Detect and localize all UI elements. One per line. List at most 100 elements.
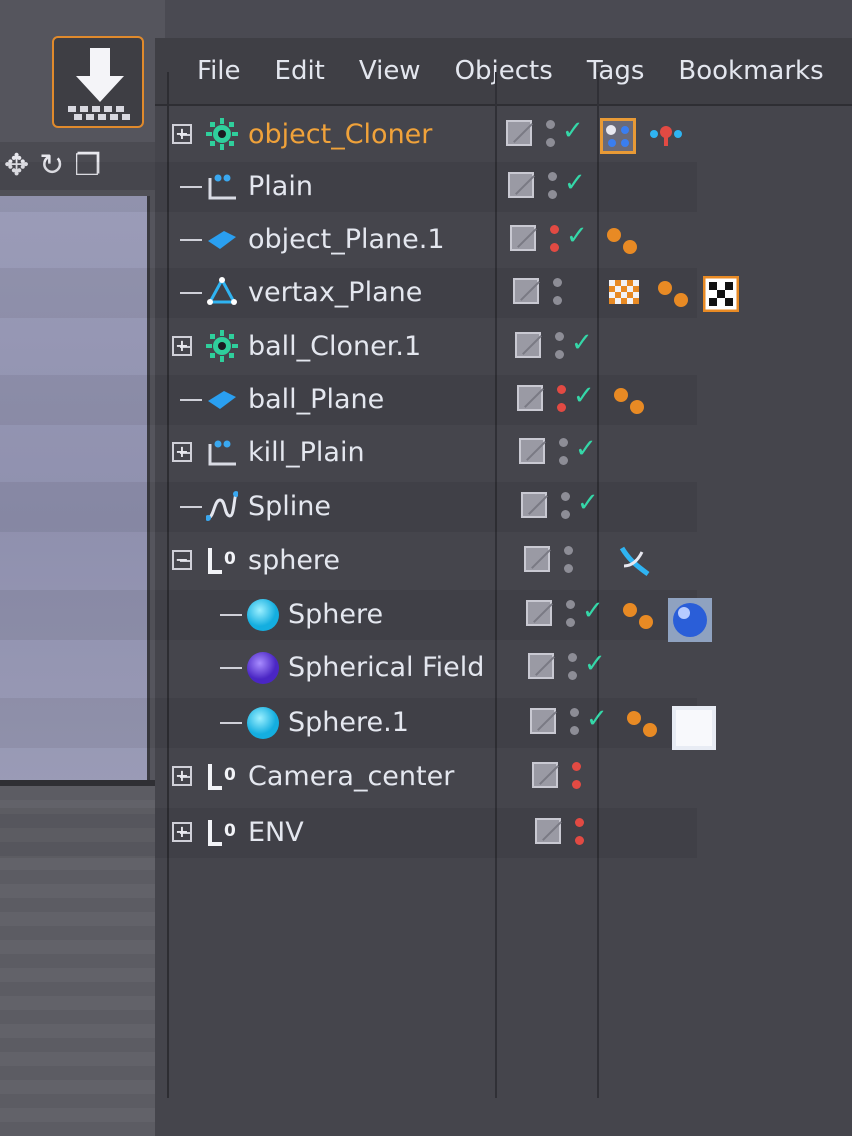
dynamics-tag-icon[interactable] [620,598,656,634]
visibility-dots-icon[interactable] [568,706,582,740]
visibility-dots-icon[interactable] [555,383,569,417]
object-name[interactable]: Plain [248,171,313,202]
layer-toggle-icon[interactable] [526,600,552,626]
object-name[interactable]: ENV [248,817,304,848]
tree-branch-line [180,239,202,241]
plain-icon [206,436,238,468]
layer-toggle-icon[interactable] [528,653,554,679]
compositing-tag-icon[interactable] [600,118,636,154]
object-name[interactable]: Spherical Field [288,652,484,683]
cloner-icon [206,118,238,150]
menu-bookmarks[interactable]: Bookmarks [678,56,823,86]
object-name[interactable]: object_Plane.1 [248,224,445,255]
display-tag-icon[interactable] [648,118,684,154]
object-name[interactable]: kill_Plain [248,437,365,468]
tree-row[interactable]: vertax_Plane [0,268,740,318]
dynamics-tag-icon[interactable] [611,383,647,419]
visibility-dots-icon[interactable] [573,816,587,850]
layer-toggle-icon[interactable] [513,278,539,304]
plane-icon [206,223,238,255]
tree-row[interactable]: Spherical Field ✓ [0,643,697,693]
enabled-check-icon[interactable]: ✓ [586,704,608,734]
menu-objects[interactable]: Objects [455,56,553,86]
menu-file[interactable]: File [197,56,241,86]
object-name[interactable]: ball_Cloner.1 [248,331,421,362]
expand-icon[interactable]: + [172,442,192,462]
layer-toggle-icon[interactable] [508,172,534,198]
dynamics-tag-icon[interactable] [624,706,660,742]
expand-icon[interactable]: + [172,124,192,144]
material-tag-icon[interactable] [702,275,740,313]
svg-text:0: 0 [224,765,236,785]
visibility-dots-icon[interactable] [570,760,584,794]
visibility-dots-icon[interactable] [557,436,571,470]
tree-row[interactable]: + ball_Cloner.1 ✓ [0,322,697,372]
object-name[interactable]: object_Cloner [248,119,432,150]
visibility-dots-icon[interactable] [551,276,565,310]
enabled-check-icon[interactable]: ✓ [582,596,604,626]
plain-icon [206,170,238,202]
enabled-check-icon[interactable]: ✓ [584,649,606,679]
tree-row[interactable]: + kill_Plain ✓ [0,428,697,478]
layer-toggle-icon[interactable] [506,120,532,146]
tree-row[interactable]: + object_Cloner ✓ [0,110,697,160]
tree-row[interactable]: Plain ✓ [0,162,697,212]
menu-view[interactable]: View [359,56,421,86]
menu-edit[interactable]: Edit [275,56,325,86]
plane-icon [206,383,238,415]
object-name[interactable]: vertax_Plane [248,277,422,308]
tree-row[interactable]: +0 Camera_center [0,752,697,802]
layer-toggle-icon[interactable] [515,332,541,358]
visibility-dots-icon[interactable] [544,118,558,152]
tree-row[interactable]: Sphere.1 ✓ [0,698,716,750]
enabled-check-icon[interactable]: ✓ [577,488,599,518]
tree-row[interactable]: ball_Plane ✓ [0,375,697,425]
texture-tag-icon[interactable] [607,276,643,312]
layer-toggle-icon[interactable] [524,546,550,572]
material-tag-icon [668,598,712,642]
visibility-dots-icon[interactable] [553,330,567,364]
layer-toggle-icon[interactable] [532,762,558,788]
collapse-icon[interactable]: − [172,550,192,570]
layer-toggle-icon[interactable] [510,225,536,251]
dynamics-tag-icon[interactable] [655,276,691,312]
visibility-dots-icon[interactable] [548,223,562,257]
menu-tags[interactable]: Tags [587,56,645,86]
enabled-check-icon[interactable]: ✓ [575,434,597,464]
object-manager-menubar: File Edit View Objects Tags Bookmarks [155,38,852,106]
layer-toggle-icon[interactable] [519,438,545,464]
sphere-icon [246,598,279,631]
enabled-check-icon[interactable]: ✓ [562,116,584,146]
layer-toggle-icon[interactable] [530,708,556,734]
tree-row[interactable]: object_Plane.1 ✓ [0,215,697,265]
object-name[interactable]: sphere [248,545,340,576]
polygon-icon [206,276,238,308]
visibility-dots-icon[interactable] [564,598,578,632]
visibility-dots-icon[interactable] [566,651,580,685]
null-icon: 0 [206,816,238,848]
tree-row[interactable]: Sphere ✓ [0,590,712,642]
object-name[interactable]: ball_Plane [248,384,384,415]
expand-icon[interactable]: + [172,822,192,842]
dynamics-tag-icon[interactable] [604,223,640,259]
tree-row[interactable]: Spline ✓ [0,482,697,532]
vibrate-tag-icon[interactable] [618,544,654,580]
visibility-dots-icon[interactable] [559,490,573,524]
enabled-check-icon[interactable]: ✓ [564,168,586,198]
enabled-check-icon[interactable]: ✓ [566,221,588,251]
layer-toggle-icon[interactable] [517,385,543,411]
expand-icon[interactable]: + [172,766,192,786]
object-name[interactable]: Camera_center [248,761,454,792]
visibility-dots-icon[interactable] [562,544,576,578]
layer-toggle-icon[interactable] [535,818,561,844]
tree-row[interactable]: +0 ENV [0,808,697,858]
expand-icon[interactable]: + [172,336,192,356]
visibility-dots-icon[interactable] [546,170,560,204]
layer-toggle-icon[interactable] [521,492,547,518]
object-name[interactable]: Sphere [288,599,383,630]
enabled-check-icon[interactable]: ✓ [571,328,593,358]
object-name[interactable]: Spline [248,491,331,522]
tree-row[interactable]: − 0 sphere [0,536,697,586]
object-name[interactable]: Sphere.1 [288,707,409,738]
enabled-check-icon[interactable]: ✓ [573,381,595,411]
